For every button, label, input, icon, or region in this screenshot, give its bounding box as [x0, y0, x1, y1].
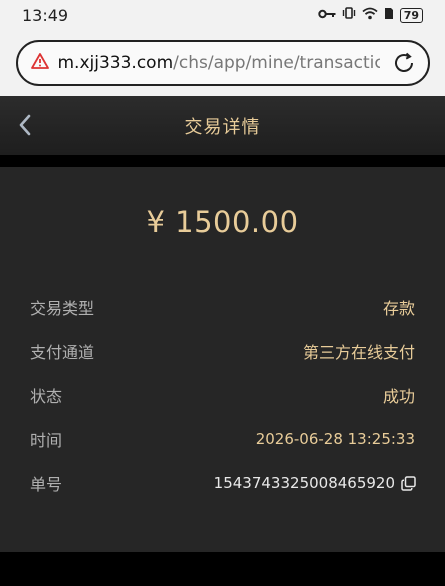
- status-icons: 79: [317, 6, 423, 24]
- page-title: 交易详情: [184, 116, 261, 138]
- url-bar[interactable]: m.xjj333.com/chs/app/mine/transactic: [15, 40, 430, 86]
- detail-row-order-number: 单号 1543743325008465920: [30, 470, 416, 496]
- detail-value: 存款: [382, 299, 415, 318]
- order-number-value: 1543743325008465920: [213, 474, 416, 492]
- copy-icon[interactable]: [401, 476, 416, 491]
- detail-label: 支付通道: [30, 343, 95, 362]
- status-bar: 13:49 79: [0, 0, 445, 30]
- detail-row-status: 状态 成功: [30, 382, 415, 408]
- status-time: 13:49: [22, 5, 69, 25]
- detail-label: 交易类型: [30, 299, 95, 318]
- bottom-area: [0, 552, 445, 586]
- order-number-text: 1543743325008465920: [213, 474, 395, 492]
- app-header: 交易详情: [0, 96, 445, 155]
- url-text[interactable]: m.xjj333.com/chs/app/mine/transactic: [58, 53, 380, 73]
- reload-icon[interactable]: [390, 49, 418, 77]
- detail-row-type: 交易类型 存款: [30, 294, 415, 320]
- warning-icon[interactable]: [30, 52, 50, 74]
- detail-label: 时间: [30, 431, 63, 450]
- detail-label: 单号: [30, 475, 63, 494]
- detail-value: 第三方在线支付: [302, 343, 415, 362]
- detail-row-channel: 支付通道 第三方在线支付: [30, 338, 415, 364]
- detail-row-time: 时间 2026-06-28 13:25:33: [30, 426, 415, 452]
- transaction-amount: ¥ 1500.00: [146, 205, 299, 239]
- back-icon[interactable]: [10, 110, 40, 140]
- battery-icon: 79: [399, 7, 423, 23]
- url-path: /chs/app/mine/transactic: [173, 53, 380, 73]
- time-value: 2026-06-28 13:25:33: [255, 430, 415, 448]
- wifi-icon: [362, 7, 378, 24]
- status-value: 成功: [382, 387, 415, 406]
- vibrate-icon: [342, 6, 356, 24]
- sim-icon: [384, 7, 394, 24]
- key-icon: [317, 8, 336, 23]
- detail-label: 状态: [30, 387, 63, 406]
- transaction-card: ¥ 1500.00 交易类型 存款 支付通道 第三方在线支付 状态 成功 时间 …: [0, 167, 445, 552]
- browser-toolbar: m.xjj333.com/chs/app/mine/transactic: [0, 30, 445, 96]
- url-host: m.xjj333.com: [57, 53, 174, 73]
